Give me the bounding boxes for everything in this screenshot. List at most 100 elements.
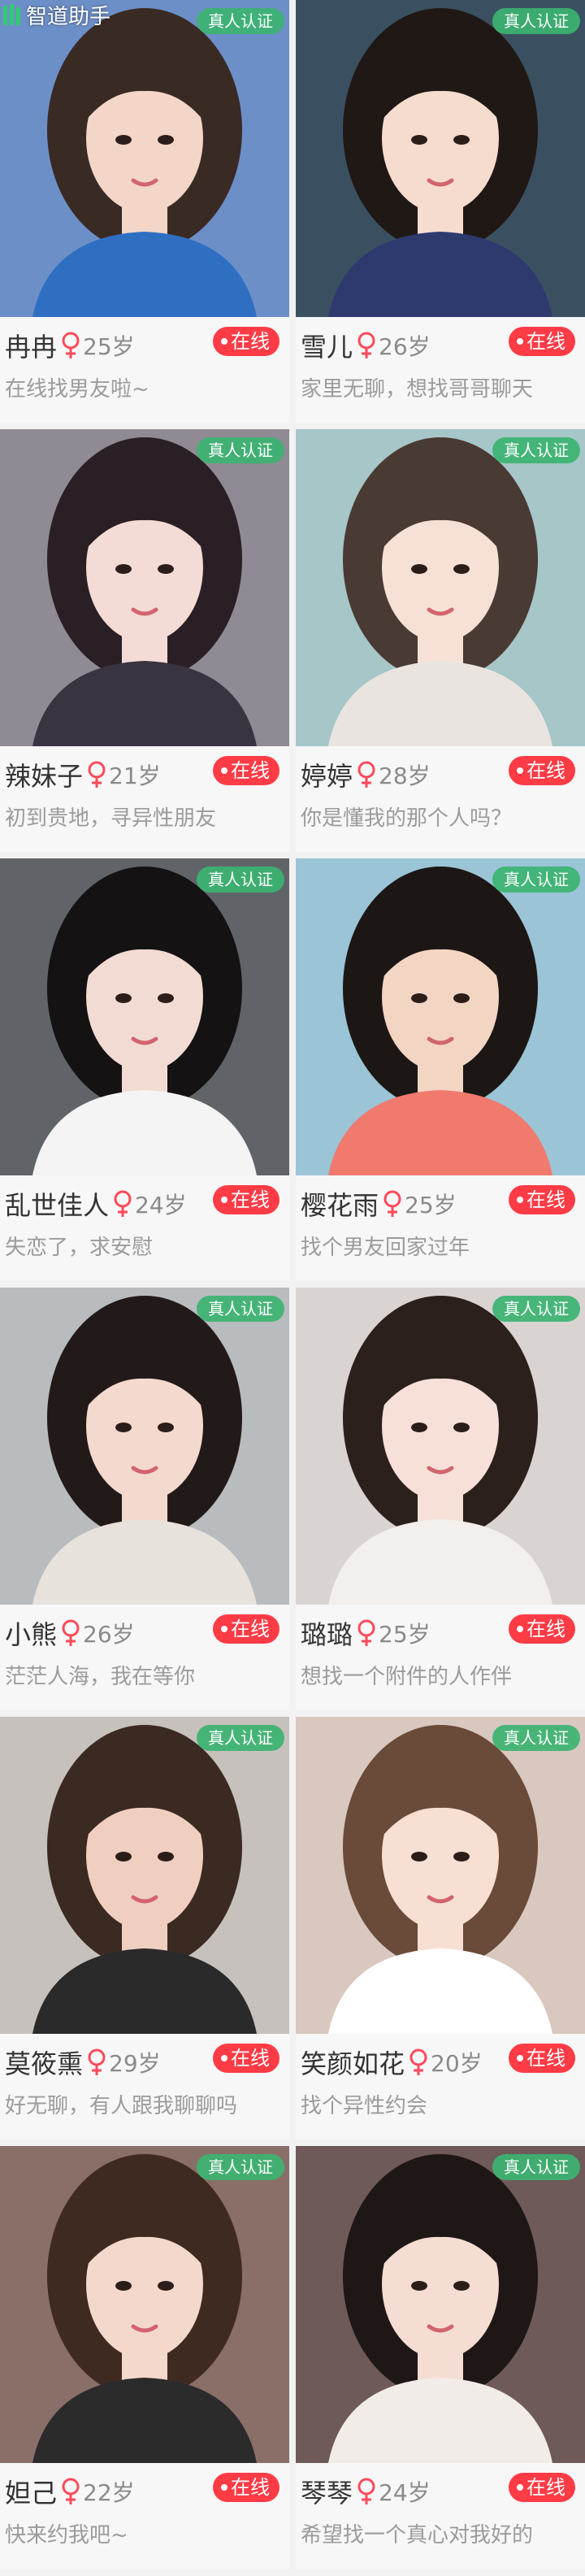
profile-photo[interactable] <box>296 2146 585 2463</box>
profile-info: 琴琴 24岁 在线 希望找一个真心对我好的 <box>296 2463 585 2569</box>
profile-name: 婷婷 <box>301 761 353 792</box>
profile-name: 乱世佳人 <box>5 1190 110 1221</box>
profile-photo[interactable] <box>0 858 289 1175</box>
female-icon <box>358 332 375 358</box>
online-label: 在线 <box>231 2047 270 2070</box>
online-dot-icon <box>517 2055 523 2061</box>
profile-photo[interactable] <box>296 1288 585 1605</box>
profile-photo[interactable] <box>296 1717 585 2034</box>
female-icon <box>358 761 375 788</box>
verified-badge: 真人认证 <box>197 1725 284 1751</box>
profile-photo[interactable] <box>296 429 585 746</box>
profile-info: 婷婷 28岁 在线 你是懂我的那个人吗？ <box>296 746 585 852</box>
online-label: 在线 <box>231 1188 270 1211</box>
app-logo-icon <box>3 4 20 25</box>
profile-info: 妲己 22岁 在线 快来约我吧~ <box>0 2463 289 2569</box>
profile-photo[interactable] <box>0 429 289 746</box>
profile-status: 找个男友回家过年 <box>301 1236 470 1260</box>
verified-badge: 真人认证 <box>492 1296 580 1322</box>
female-icon <box>88 2048 106 2075</box>
profile-info: 璐璐 25岁 在线 想找一个附件的人作伴 <box>296 1605 585 1710</box>
profile-info: 辣妹子 21岁 在线 初到贵地，寻异性朋友 <box>0 746 289 852</box>
profile-info: 笑颜如花 20岁 在线 找个异性约会 <box>296 2034 585 2139</box>
online-dot-icon <box>221 1197 228 1203</box>
profile-photo[interactable] <box>0 2146 289 2463</box>
profile-status: 家里无聊，想找哥哥聊天 <box>301 377 534 402</box>
verified-badge: 真人认证 <box>492 867 580 893</box>
female-icon <box>62 2478 80 2504</box>
online-dot-icon <box>517 2484 523 2491</box>
profile-name: 冉冉 <box>5 332 58 363</box>
profile-photo[interactable] <box>0 1288 289 1605</box>
profile-card[interactable]: 真人认证 琴琴 24岁 在线 希望找一个真心对我好的 <box>296 2146 585 2569</box>
profile-status: 想找一个附件的人作伴 <box>301 1665 513 1689</box>
profile-name: 小熊 <box>5 1619 58 1650</box>
online-label: 在线 <box>231 2476 270 2499</box>
watermark: 智道助手 <box>0 0 115 29</box>
profile-card[interactable]: 真人认证 小熊 26岁 在线 茫茫人海，我在等你 <box>0 1288 289 1710</box>
verified-badge: 真人认证 <box>197 2154 284 2180</box>
verified-badge: 真人认证 <box>492 2154 580 2180</box>
profile-status: 找个异性约会 <box>301 2094 428 2118</box>
profile-card[interactable]: 真人认证 笑颜如花 20岁 在线 找个异性约会 <box>296 1717 585 2139</box>
profile-status: 失恋了，求安慰 <box>5 1236 154 1260</box>
female-icon <box>410 2048 427 2075</box>
profile-info: 雪儿 26岁 在线 家里无聊，想找哥哥聊天 <box>296 317 585 423</box>
online-dot-icon <box>221 2055 228 2061</box>
female-icon <box>358 2478 375 2504</box>
online-dot-icon <box>517 1626 523 1632</box>
online-status-badge: 在线 <box>509 327 575 356</box>
profile-card[interactable]: 真人认证 辣妹子 21岁 在线 初到贵地，寻异性朋友 <box>0 429 289 852</box>
profile-card[interactable]: 真人认证 冉冉 25岁 在线 在线找男友啦~ <box>0 0 289 423</box>
verified-badge: 真人认证 <box>197 8 284 34</box>
online-label: 在线 <box>526 1188 566 1211</box>
profile-age: 29岁 <box>109 2050 161 2077</box>
profile-name: 雪儿 <box>301 332 353 363</box>
online-status-badge: 在线 <box>213 2044 280 2073</box>
online-status-badge: 在线 <box>213 756 280 785</box>
online-label: 在线 <box>526 2476 566 2499</box>
online-status-badge: 在线 <box>509 1185 575 1214</box>
online-dot-icon <box>517 1197 523 1203</box>
profile-status: 初到贵地，寻异性朋友 <box>5 806 217 831</box>
online-status-badge: 在线 <box>509 756 575 785</box>
online-status-badge: 在线 <box>213 2473 280 2502</box>
profile-age: 25岁 <box>379 1621 431 1648</box>
verified-badge: 真人认证 <box>492 8 580 34</box>
profile-photo[interactable] <box>0 0 289 317</box>
profile-card[interactable]: 真人认证 樱花雨 25岁 在线 找个男友回家过年 <box>296 858 585 1281</box>
verified-badge: 真人认证 <box>492 1725 580 1751</box>
online-dot-icon <box>221 1626 228 1632</box>
profile-status: 快来约我吧~ <box>5 2523 128 2548</box>
online-dot-icon <box>221 338 228 345</box>
verified-badge: 真人认证 <box>197 867 284 893</box>
profile-age: 22岁 <box>83 2479 135 2506</box>
online-label: 在线 <box>526 1618 566 1640</box>
online-status-badge: 在线 <box>213 327 280 356</box>
profile-card[interactable]: 真人认证 婷婷 28岁 在线 你是懂我的那个人吗？ <box>296 429 585 852</box>
online-status-badge: 在线 <box>213 1614 280 1644</box>
profile-photo[interactable] <box>0 1717 289 2034</box>
profile-card[interactable]: 真人认证 雪儿 26岁 在线 家里无聊，想找哥哥聊天 <box>296 0 585 423</box>
profile-card[interactable]: 真人认证 璐璐 25岁 在线 想找一个附件的人作伴 <box>296 1288 585 1710</box>
profile-grid: 真人认证 冉冉 25岁 在线 在线找男友啦~ 真人认证 雪儿 26岁 在线 家里… <box>0 0 585 2569</box>
online-dot-icon <box>221 767 228 774</box>
profile-info: 莫筱熏 29岁 在线 好无聊，有人跟我聊聊吗 <box>0 2034 289 2139</box>
profile-card[interactable]: 真人认证 妲己 22岁 在线 快来约我吧~ <box>0 2146 289 2569</box>
female-icon <box>114 1190 132 1217</box>
profile-age: 26岁 <box>83 1621 135 1648</box>
profile-age: 20岁 <box>431 2050 483 2077</box>
profile-card[interactable]: 真人认证 乱世佳人 24岁 在线 失恋了，求安慰 <box>0 858 289 1281</box>
profile-photo[interactable] <box>296 0 585 317</box>
profile-age: 28岁 <box>379 762 431 789</box>
profile-info: 冉冉 25岁 在线 在线找男友啦~ <box>0 317 289 423</box>
female-icon <box>62 332 80 358</box>
watermark-text: 智道助手 <box>26 4 111 29</box>
profile-photo[interactable] <box>296 858 585 1175</box>
female-icon <box>358 1619 375 1646</box>
profile-name: 莫筱熏 <box>5 2048 84 2079</box>
verified-badge: 真人认证 <box>197 1296 284 1322</box>
profile-card[interactable]: 真人认证 莫筱熏 29岁 在线 好无聊，有人跟我聊聊吗 <box>0 1717 289 2139</box>
verified-badge: 真人认证 <box>492 437 580 463</box>
online-status-badge: 在线 <box>213 1185 280 1214</box>
